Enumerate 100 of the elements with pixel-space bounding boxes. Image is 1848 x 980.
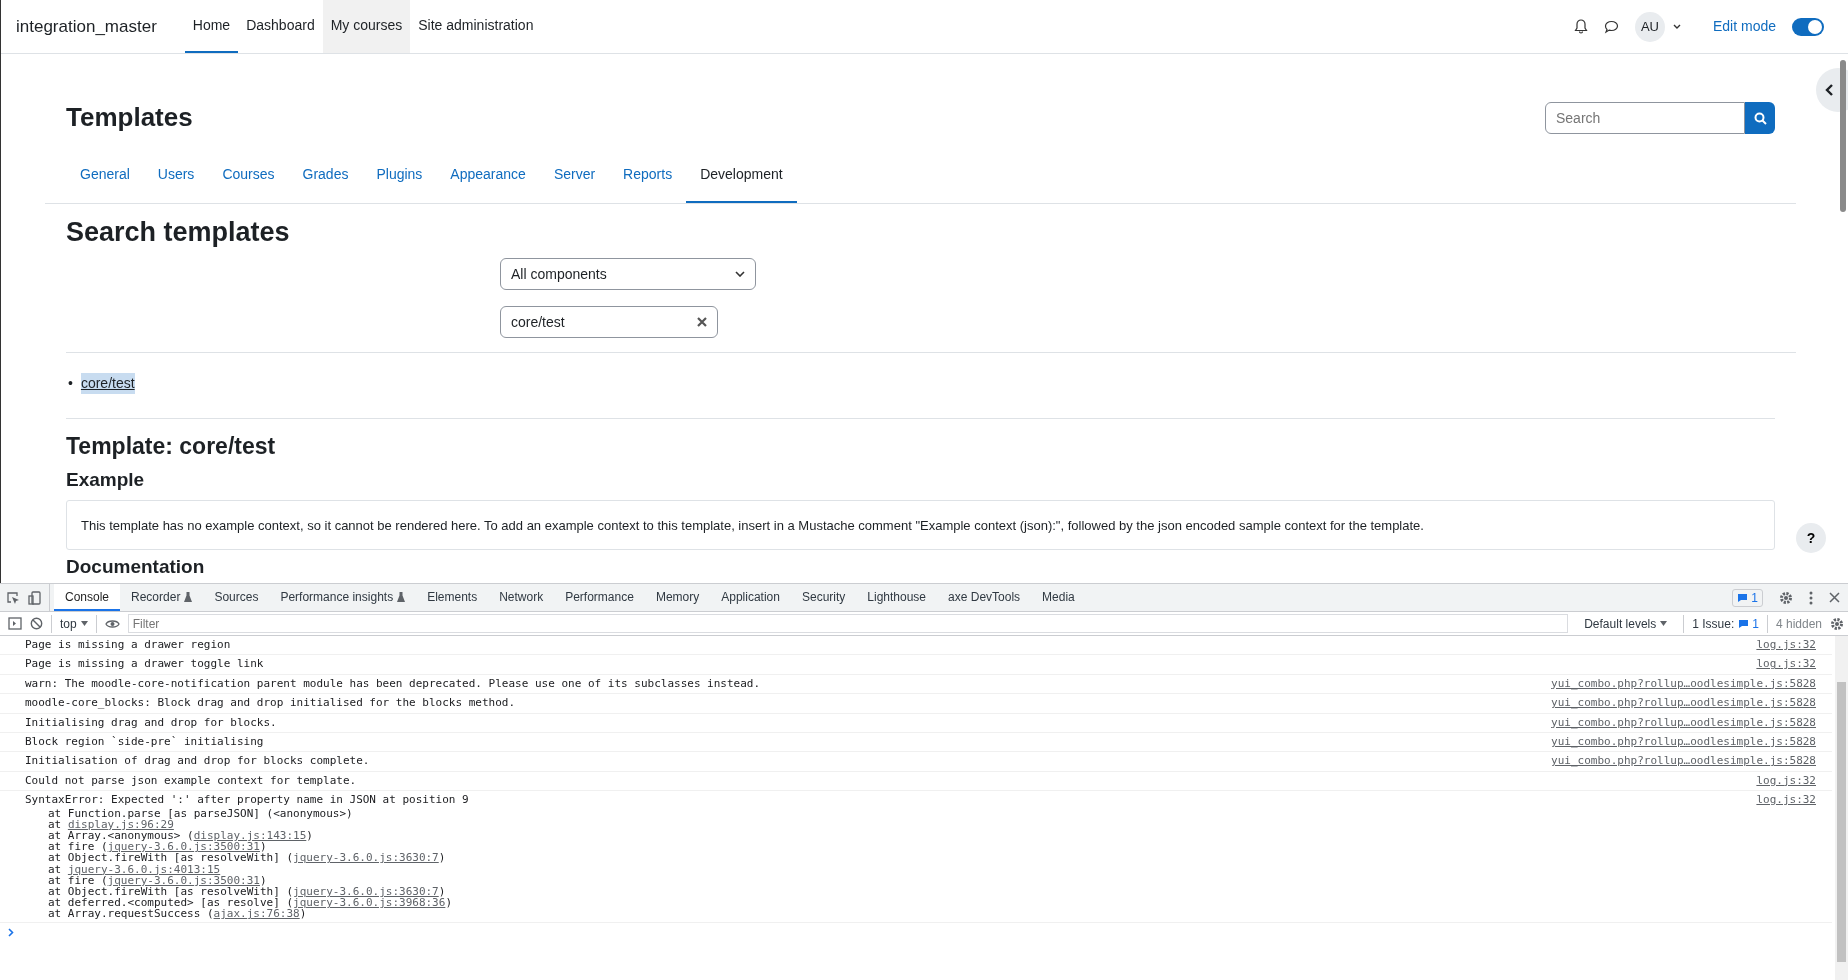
- log-message: Page is missing a drawer toggle link: [25, 657, 264, 671]
- device-toolbar-icon[interactable]: [28, 590, 41, 605]
- devtools-tab[interactable]: Lighthouse: [856, 584, 938, 611]
- source-link[interactable]: yui_combo.php?rollup…oodlesimple.js:5828: [1551, 754, 1832, 769]
- scrollbar[interactable]: [1835, 636, 1848, 980]
- devtools-tab[interactable]: Media: [1031, 584, 1086, 611]
- example-heading: Example: [66, 469, 146, 492]
- context-dropdown[interactable]: top: [51, 614, 97, 633]
- devtools-tab[interactable]: Sources: [203, 584, 270, 611]
- nav-link-item[interactable]: My courses: [322, 0, 411, 53]
- more-options-icon[interactable]: [1809, 590, 1813, 605]
- settings-icon[interactable]: [1830, 616, 1844, 631]
- template-link[interactable]: core/test: [80, 373, 135, 395]
- documentation-heading: Documentation: [66, 556, 206, 580]
- sidebar-icon[interactable]: [8, 617, 22, 630]
- tab[interactable]: Users: [143, 150, 209, 203]
- tab[interactable]: Courses: [208, 150, 289, 203]
- nav-link-item[interactable]: Dashboard: [238, 0, 323, 53]
- source-link[interactable]: log.js:32: [1756, 793, 1832, 808]
- edit-mode-label: Edit mode: [1712, 17, 1776, 36]
- devtools-tab[interactable]: Memory: [644, 584, 711, 611]
- tab[interactable]: Grades: [288, 150, 363, 203]
- bullet: •: [68, 374, 73, 394]
- user-avatar[interactable]: AU: [1634, 11, 1665, 42]
- log-message: moodle-core_blocks: Block drag and drop initialised for the blocks method.: [25, 696, 516, 710]
- stack-trace-line: at Array.<anonymous> (display.js:143:15): [47, 830, 314, 842]
- tab[interactable]: Development: [686, 150, 797, 203]
- devtools-tab[interactable]: Network: [488, 584, 555, 611]
- source-link[interactable]: jquery-3.6.0.js:3500:31: [107, 873, 260, 887]
- source-link[interactable]: jquery-3.6.0.js:3968:36: [293, 896, 446, 910]
- eye-icon[interactable]: [104, 618, 120, 629]
- devtools-tab[interactable]: Security: [790, 584, 857, 611]
- stack-trace-line: at Object.fireWith [as resolveWith] (jquery-3.6.0.js:3630:7): [47, 886, 446, 898]
- devtools-tab[interactable]: Performance insights: [269, 584, 417, 611]
- nav-link-item[interactable]: Site administration: [410, 0, 542, 53]
- log-message: SyntaxError: Expected ':' after property name in JSON at position 9: [25, 793, 469, 807]
- log-message: Initialisation of drag and drop for blocks complete.: [25, 754, 370, 768]
- levels-dropdown[interactable]: Default levels: [1576, 614, 1676, 633]
- log-message: Block region `side-pre` initialising: [25, 735, 264, 749]
- stack-trace-line: at Object.fireWith [as resolveWith] (jquery-3.6.0.js:3630:7): [47, 852, 447, 864]
- clear-icon[interactable]: [697, 317, 707, 328]
- page-title: Templates: [66, 102, 193, 134]
- log-message: warn: The moodle-core-notification parent module has been deprecated. Please use one of its subclasses instead.: [25, 676, 761, 690]
- prompt-icon: [8, 928, 14, 938]
- template-heading: Template: core/test: [66, 433, 277, 461]
- source-link[interactable]: log.js:32: [1756, 638, 1832, 653]
- stack-trace-line: at fire (jquery-3.6.0.js:3500:31): [47, 874, 267, 887]
- source-link[interactable]: jquery-3.6.0.js:3500:31: [107, 840, 260, 854]
- devtools-tab[interactable]: axe DevTools: [937, 584, 1032, 611]
- bell-icon[interactable]: [1573, 19, 1588, 34]
- tab[interactable]: General: [66, 150, 144, 203]
- search-field[interactable]: Search: [1545, 102, 1745, 134]
- hidden-count: 4 hidden: [1775, 615, 1822, 633]
- source-link[interactable]: jquery-3.6.0.js:4013:15: [67, 862, 221, 876]
- devtools-tab[interactable]: Application: [710, 584, 791, 611]
- devtools-tab[interactable]: Recorder: [120, 584, 204, 611]
- stack-trace-line: at deferred.<computed> [as resolve] (jquery-3.6.0.js:3968:36): [47, 897, 453, 909]
- caret-icon[interactable]: [1672, 24, 1681, 29]
- log-message: Page is missing a drawer region: [25, 638, 231, 651]
- filter-field[interactable]: Filter: [127, 614, 1569, 633]
- source-link[interactable]: yui_combo.php?rollup…oodlesimple.js:5828: [1551, 676, 1832, 692]
- source-link[interactable]: yui_combo.php?rollup…oodlesimple.js:5828: [1551, 735, 1832, 750]
- source-link[interactable]: display.js:96:29: [67, 817, 174, 831]
- chevron-down-icon: [735, 271, 745, 278]
- inspect-icon[interactable]: [6, 590, 20, 605]
- search-button[interactable]: [1745, 102, 1775, 134]
- devtools-tab[interactable]: Performance: [554, 584, 645, 611]
- log-message: Could not parse json example context for template.: [25, 773, 357, 787]
- source-link[interactable]: ajax.js:76:38: [213, 907, 300, 921]
- tab[interactable]: Reports: [609, 150, 687, 203]
- settings-icon[interactable]: [1779, 590, 1793, 605]
- log-message: Initialising drag and drop for blocks.: [25, 715, 277, 729]
- source-link[interactable]: jquery-3.6.0.js:3630:7: [293, 851, 439, 865]
- clear-console-icon[interactable]: [30, 617, 43, 630]
- example-message: This template has no example context, so it cannot be rendered here. To add an example context to this template, insert in a Mustache comment "Example context (json):", followed by the json encoded sample context for the template.: [66, 499, 1775, 551]
- scrollbar[interactable]: [1840, 60, 1846, 212]
- site-name[interactable]: integration_master: [16, 13, 157, 40]
- section-heading: Search templates: [66, 216, 291, 249]
- tab[interactable]: Appearance: [436, 150, 540, 203]
- nav-link-item[interactable]: Home: [184, 0, 239, 53]
- help-button[interactable]: ?: [1796, 523, 1826, 553]
- message-icon: [1737, 592, 1749, 603]
- source-link[interactable]: log.js:32: [1756, 773, 1832, 789]
- source-link[interactable]: jquery-3.6.0.js:3630:7: [293, 885, 439, 899]
- source-link[interactable]: display.js:143:15: [193, 829, 307, 843]
- edit-mode-switch[interactable]: [1792, 17, 1824, 36]
- close-icon[interactable]: [1829, 592, 1840, 603]
- tab[interactable]: Plugins: [362, 150, 437, 203]
- issues-badge[interactable]: 1: [1732, 588, 1763, 607]
- devtools-tab[interactable]: Elements: [416, 584, 489, 611]
- source-link[interactable]: yui_combo.php?rollup…oodlesimple.js:5828: [1551, 696, 1832, 711]
- chat-icon[interactable]: [1603, 19, 1619, 34]
- component-select[interactable]: All components: [500, 258, 756, 291]
- template-filter-field[interactable]: core/test: [500, 306, 718, 339]
- source-link[interactable]: log.js:32: [1756, 657, 1832, 672]
- tab[interactable]: Server: [539, 150, 610, 203]
- issues-button[interactable]: 1 Issue: 1: [1683, 614, 1768, 633]
- source-link[interactable]: yui_combo.php?rollup…oodlesimple.js:5828: [1551, 715, 1832, 731]
- stack-trace-line: at Array.requestSuccess (ajax.js:76:38): [47, 908, 307, 920]
- devtools-tab[interactable]: Console: [54, 584, 121, 611]
